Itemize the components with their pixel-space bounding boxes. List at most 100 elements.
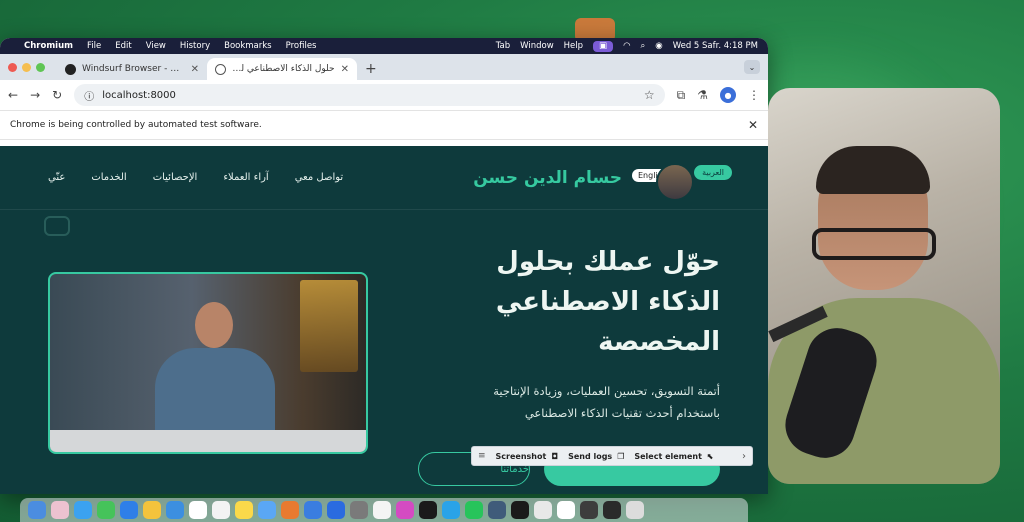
zoom-window-button[interactable] <box>36 62 45 72</box>
chevron-right-icon[interactable]: › <box>742 451 746 462</box>
chrome-icon[interactable] <box>373 501 391 519</box>
contacts-icon[interactable] <box>212 501 230 519</box>
nav-stats[interactable]: الإحصائيات <box>153 172 198 183</box>
mail-icon[interactable] <box>120 501 138 519</box>
more-menu-icon[interactable]: ⋮ <box>748 88 760 102</box>
finder-icon[interactable] <box>28 501 46 519</box>
chromium-icon[interactable] <box>580 501 598 519</box>
close-infobar-icon[interactable]: ✕ <box>748 118 758 132</box>
app-icon[interactable] <box>396 501 414 519</box>
mac-dock <box>20 498 748 522</box>
webcam-hair <box>816 146 930 194</box>
nav-services[interactable]: الخدمات <box>91 172 126 183</box>
pages-icon[interactable] <box>281 501 299 519</box>
notes-icon[interactable] <box>235 501 253 519</box>
close-tab-icon[interactable]: ✕ <box>341 64 349 75</box>
screen-record-icon[interactable]: ▣ <box>593 40 614 52</box>
whatsapp-icon[interactable] <box>465 501 483 519</box>
nav-links: عنّي الخدمات الإحصائيات آراء العملاء توا… <box>48 172 343 183</box>
keynote-icon[interactable] <box>304 501 322 519</box>
tab-site[interactable]: حلول الذكاء الاصطناعي للأعمال | حـ ✕ <box>207 58 357 80</box>
camera-icon: ◘ <box>551 451 559 461</box>
menubar-app[interactable]: Chromium <box>24 41 73 51</box>
app-icon[interactable] <box>603 501 621 519</box>
telegram-icon[interactable] <box>442 501 460 519</box>
tab-title: Windsurf Browser - Get start... <box>82 64 185 74</box>
hero-subtitle-line: باستخدام أحدث تقنيات الذكاء الاصطناعي <box>524 406 720 420</box>
avatar <box>656 162 694 201</box>
menu-edit[interactable]: Edit <box>115 41 131 51</box>
safari-icon[interactable] <box>74 501 92 519</box>
site-page: عنّي الخدمات الإحصائيات آراء العملاء توا… <box>0 146 768 494</box>
tab-strip: Windsurf Browser - Get start... ✕ حلول ا… <box>0 54 768 80</box>
menu-help[interactable]: Help <box>564 41 583 51</box>
forward-icon[interactable]: → <box>30 88 40 102</box>
settings-icon[interactable] <box>350 501 368 519</box>
back-icon[interactable]: ← <box>8 88 18 102</box>
labs-flask-icon[interactable]: ⚗ <box>697 88 708 102</box>
new-tab-button[interactable]: + <box>357 58 385 80</box>
globe-favicon-icon <box>215 63 226 75</box>
hero-subtitle-line: أتمتة التسويق، تحسين العمليات، وزيادة ال… <box>493 384 720 398</box>
facetime-icon[interactable] <box>166 501 184 519</box>
audio-app-icon[interactable] <box>511 501 529 519</box>
menu-file[interactable]: File <box>87 41 101 51</box>
hero-title: حوّل عملك بحلول الذكاء الاصطناعي المخصصة <box>420 242 720 362</box>
bookmark-star-icon[interactable]: ☆ <box>644 88 655 102</box>
hero-video[interactable] <box>48 272 368 454</box>
app-icon[interactable] <box>488 501 506 519</box>
automation-devtools-bar: ≡ Screenshot ◘ Send logs ❐ Select elemen… <box>471 446 753 466</box>
wifi-icon[interactable]: ◠ <box>623 41 630 51</box>
site-info-icon[interactable]: ⓘ <box>84 88 94 103</box>
menu-view[interactable]: View <box>146 41 166 51</box>
nav-testimonials[interactable]: آراء العملاء <box>223 172 268 183</box>
nav-about[interactable]: عنّي <box>48 172 65 183</box>
robot-icon <box>44 216 70 236</box>
mac-menubar: Chromium File Edit View History Bookmark… <box>0 38 768 54</box>
tab-windsurf[interactable]: Windsurf Browser - Get start... ✕ <box>57 58 207 80</box>
hero-title-line: الذكاء الاصطناعي <box>495 287 720 317</box>
menu-window[interactable]: Window <box>520 41 554 51</box>
site-nav: عنّي الخدمات الإحصائيات آراء العملاء توا… <box>0 146 768 210</box>
hero-subtitle: أتمتة التسويق، تحسين العمليات، وزيادة ال… <box>420 380 720 424</box>
webcam-overlay <box>768 88 1000 484</box>
menubar-clock[interactable]: Wed 5 Safr. 4:18 PM <box>673 41 758 51</box>
photos-icon[interactable] <box>143 501 161 519</box>
search-icon[interactable]: ⌕ <box>641 41 646 51</box>
app-icon[interactable] <box>534 501 552 519</box>
messages-icon[interactable] <box>97 501 115 519</box>
brand-name[interactable]: حسام الدين حسن <box>473 168 622 188</box>
close-window-button[interactable] <box>8 62 17 72</box>
app-icon[interactable] <box>557 501 575 519</box>
menu-history[interactable]: History <box>180 41 210 51</box>
pointer-icon: ⬉ <box>706 451 714 461</box>
lang-ar-button[interactable]: العربية <box>694 164 732 180</box>
send-logs-button[interactable]: Send logs ❐ <box>568 452 624 461</box>
video-desk <box>50 430 366 452</box>
windsurf-icon[interactable] <box>419 501 437 519</box>
video-shelf <box>300 280 358 372</box>
language-switch: English العربية <box>632 159 732 201</box>
tab-search-icon[interactable]: ⌄ <box>744 60 760 74</box>
close-tab-icon[interactable]: ✕ <box>191 64 199 75</box>
menu-bookmarks[interactable]: Bookmarks <box>224 41 272 51</box>
maps-icon[interactable] <box>258 501 276 519</box>
select-element-label: Select element <box>634 451 702 461</box>
menu-profiles[interactable]: Profiles <box>286 41 317 51</box>
launchpad-icon[interactable] <box>51 501 69 519</box>
trash-icon[interactable] <box>626 501 644 519</box>
app-store-icon[interactable] <box>327 501 345 519</box>
drag-handle-icon[interactable]: ≡ <box>478 451 486 461</box>
webcam-glasses <box>812 228 936 260</box>
minimize-window-button[interactable] <box>22 62 31 72</box>
select-element-button[interactable]: Select element ⬉ <box>634 452 713 461</box>
screenshot-button[interactable]: Screenshot ◘ <box>496 452 559 461</box>
menu-tab[interactable]: Tab <box>496 41 510 51</box>
calendar-icon[interactable] <box>189 501 207 519</box>
extensions-icon[interactable]: ⧉ <box>677 88 686 103</box>
address-bar[interactable]: ⓘ localhost:8000 ☆ <box>74 84 665 106</box>
nav-contact[interactable]: تواصل معي <box>295 172 344 183</box>
profile-avatar-icon[interactable]: ● <box>720 87 736 103</box>
reload-icon[interactable]: ↻ <box>52 88 62 102</box>
control-center-icon[interactable]: ◉ <box>655 41 662 51</box>
